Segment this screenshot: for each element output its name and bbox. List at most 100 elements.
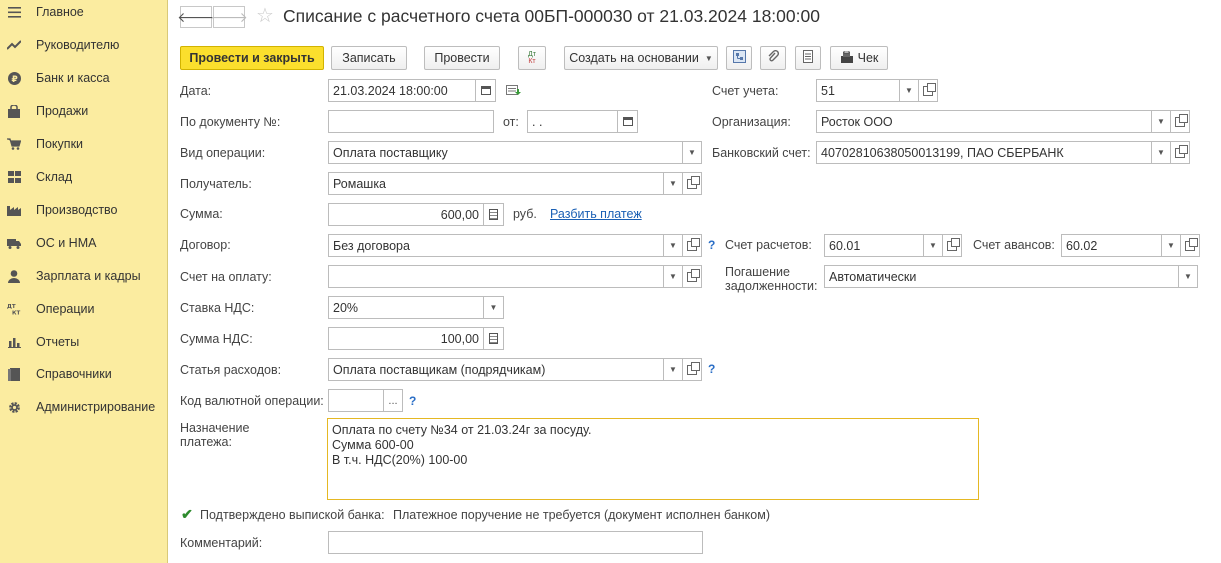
back-button[interactable]: 🡐 bbox=[177, 6, 215, 28]
factory-icon bbox=[7, 203, 21, 217]
advance-account-dropdown-button[interactable]: ▼ bbox=[1162, 234, 1181, 257]
optype-select[interactable]: Оплата поставщику bbox=[328, 141, 683, 164]
debt-repayment-dropdown-button[interactable]: ▼ bbox=[1179, 265, 1198, 288]
vat-sum-field[interactable]: 100,00 bbox=[328, 327, 484, 350]
advance-account-field[interactable]: 60.02 bbox=[1061, 234, 1162, 257]
sidebar-item-label: Покупки bbox=[36, 137, 84, 151]
date-field[interactable]: 21.03.2024 18:00:00 bbox=[328, 79, 476, 102]
print-button[interactable] bbox=[795, 46, 821, 70]
settle-account-field[interactable]: 60.01 bbox=[824, 234, 924, 257]
advance-account-open-button[interactable] bbox=[1181, 234, 1200, 257]
expense-value: Оплата поставщикам (подрядчикам) bbox=[333, 362, 546, 377]
date-value: 21.03.2024 18:00:00 bbox=[333, 83, 448, 98]
forward-button[interactable]: 🡒 bbox=[210, 6, 248, 28]
sidebar-item-director[interactable]: Руководителю bbox=[0, 30, 168, 60]
purpose-label-line1: Назначение bbox=[180, 421, 250, 435]
structure-icon bbox=[732, 50, 746, 66]
vat-sum-calculator-button[interactable] bbox=[484, 327, 504, 350]
post-and-close-button[interactable]: Провести и закрыть bbox=[180, 46, 324, 70]
sidebar-item-warehouse[interactable]: Склад bbox=[0, 162, 168, 192]
invoice-label: Счет на оплату: bbox=[180, 270, 272, 284]
payment-purpose-textarea[interactable]: Оплата по счету №34 от 21.03.24г за посу… bbox=[327, 418, 979, 500]
create-based-on-button[interactable]: Создать на основании ▼ bbox=[564, 46, 718, 70]
sidebar-item-operations[interactable]: ДТ КТ Операции bbox=[0, 294, 168, 324]
vat-rate-select[interactable]: 20% bbox=[328, 296, 484, 319]
sidebar-item-label: Руководителю bbox=[36, 38, 120, 52]
bank-account-dropdown-button[interactable]: ▼ bbox=[1152, 141, 1171, 164]
sidebar-item-production[interactable]: Производство bbox=[0, 195, 168, 225]
favorite-star-icon[interactable]: ☆ bbox=[256, 3, 274, 28]
bank-account-value: 40702810638050013199, ПАО СБЕРБАНК bbox=[821, 145, 1064, 160]
calendar-green-icon[interactable] bbox=[506, 84, 521, 101]
sidebar-item-admin[interactable]: Администрирование bbox=[0, 392, 168, 422]
docnum-field[interactable] bbox=[328, 110, 494, 133]
sidebar: Главное Руководителю ₽ Банк и касса Прод… bbox=[0, 0, 168, 563]
svg-text:₽: ₽ bbox=[11, 75, 17, 85]
invoice-open-button[interactable] bbox=[683, 265, 702, 288]
trend-icon bbox=[7, 38, 21, 52]
settle-account-open-button[interactable] bbox=[943, 234, 962, 257]
currency-op-field[interactable] bbox=[328, 389, 384, 412]
invoice-dropdown-button[interactable]: ▼ bbox=[664, 265, 683, 288]
sidebar-item-main[interactable]: Главное bbox=[0, 0, 168, 27]
contract-open-button[interactable] bbox=[683, 234, 702, 257]
org-field[interactable]: Росток ООО bbox=[816, 110, 1152, 133]
dt-kt-button[interactable]: Дт Кт bbox=[518, 46, 546, 70]
open-icon bbox=[1172, 144, 1188, 161]
open-icon bbox=[684, 268, 700, 285]
bank-account-open-button[interactable] bbox=[1171, 141, 1190, 164]
sidebar-item-assets[interactable]: ОС и НМА bbox=[0, 228, 168, 258]
org-open-button[interactable] bbox=[1171, 110, 1190, 133]
cash-register-icon bbox=[840, 50, 854, 66]
currency-op-select-button[interactable]: ... bbox=[384, 389, 403, 412]
account-dropdown-button[interactable]: ▼ bbox=[900, 79, 919, 102]
account-open-button[interactable] bbox=[919, 79, 938, 102]
open-icon bbox=[1172, 113, 1188, 130]
post-button[interactable]: Провести bbox=[424, 46, 500, 70]
contract-help-icon[interactable]: ? bbox=[708, 238, 715, 252]
comment-field[interactable] bbox=[328, 531, 703, 554]
vat-rate-dropdown-button[interactable]: ▼ bbox=[484, 296, 504, 319]
sidebar-item-bank[interactable]: ₽ Банк и касса bbox=[0, 63, 168, 93]
expense-dropdown-button[interactable]: ▼ bbox=[664, 358, 683, 381]
sidebar-item-salary[interactable]: Зарплата и кадры bbox=[0, 261, 168, 291]
debt-repayment-select[interactable]: Автоматически bbox=[824, 265, 1179, 288]
recipient-field[interactable]: Ромашка bbox=[328, 172, 664, 195]
sidebar-item-purchases[interactable]: Покупки bbox=[0, 129, 168, 159]
from-calendar-button[interactable] bbox=[618, 110, 638, 133]
create-based-on-label: Создать на основании bbox=[569, 51, 699, 65]
bank-account-field[interactable]: 40702810638050013199, ПАО СБЕРБАНК bbox=[816, 141, 1152, 164]
expense-open-button[interactable] bbox=[683, 358, 702, 381]
calendar-button[interactable] bbox=[476, 79, 496, 102]
expense-help-icon[interactable]: ? bbox=[708, 362, 715, 376]
vat-rate-label: Ставка НДС: bbox=[180, 301, 255, 315]
contract-field[interactable]: Без договора bbox=[328, 234, 664, 257]
sum-field[interactable]: 600,00 bbox=[328, 203, 484, 226]
confirmed-label: Подтверждено выпиской банка: bbox=[200, 508, 385, 522]
account-field[interactable]: 51 bbox=[816, 79, 900, 102]
confirmed-checkbox[interactable]: ✔ bbox=[180, 506, 194, 522]
sidebar-item-reports[interactable]: Отчеты bbox=[0, 327, 168, 357]
optype-value: Оплата поставщику bbox=[333, 145, 448, 160]
recipient-dropdown-button[interactable]: ▼ bbox=[664, 172, 683, 195]
from-date-field[interactable]: . . bbox=[527, 110, 618, 133]
split-payment-link[interactable]: Разбить платеж bbox=[550, 207, 642, 221]
settle-account-dropdown-button[interactable]: ▼ bbox=[924, 234, 943, 257]
sum-calculator-button[interactable] bbox=[484, 203, 504, 226]
structure-button[interactable] bbox=[726, 46, 752, 70]
arrow-right-icon: 🡒 bbox=[210, 8, 248, 25]
calculator-icon bbox=[489, 333, 498, 344]
optype-dropdown-button[interactable]: ▼ bbox=[683, 141, 702, 164]
attach-button[interactable] bbox=[760, 46, 786, 70]
dropdown-arrow-icon: ▼ bbox=[704, 53, 713, 63]
expense-field[interactable]: Оплата поставщикам (подрядчикам) bbox=[328, 358, 664, 381]
save-button[interactable]: Записать bbox=[331, 46, 407, 70]
sidebar-item-sales[interactable]: Продажи bbox=[0, 96, 168, 126]
invoice-field[interactable] bbox=[328, 265, 664, 288]
recipient-open-button[interactable] bbox=[683, 172, 702, 195]
sidebar-item-catalogs[interactable]: Справочники bbox=[0, 359, 168, 389]
org-dropdown-button[interactable]: ▼ bbox=[1152, 110, 1171, 133]
receipt-button[interactable]: Чек bbox=[830, 46, 888, 70]
currency-op-help-icon[interactable]: ? bbox=[409, 394, 416, 408]
contract-dropdown-button[interactable]: ▼ bbox=[664, 234, 683, 257]
